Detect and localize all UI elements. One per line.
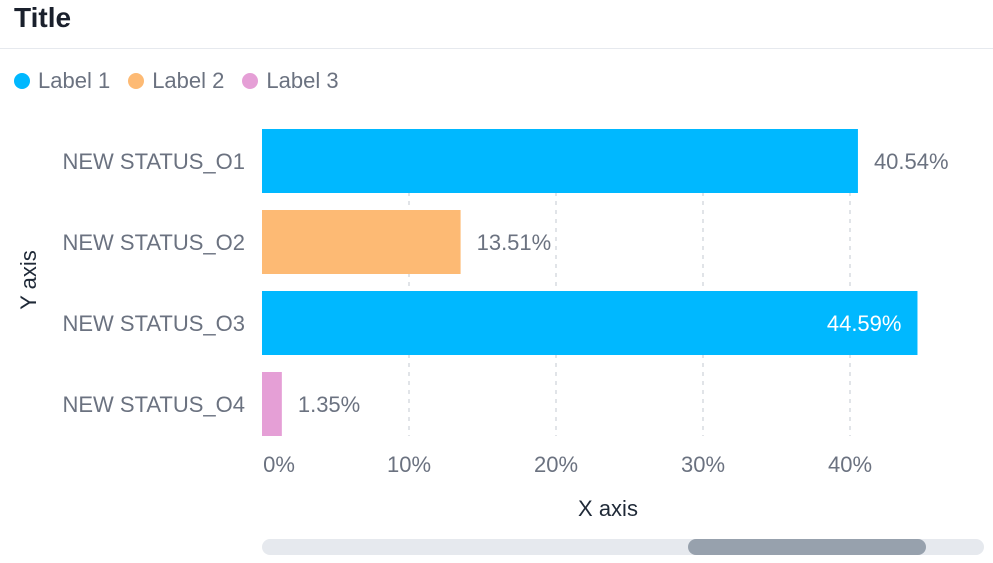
scrollbar-thumb[interactable] <box>687 539 927 555</box>
category-label: NEW STATUS_O1 <box>62 149 245 174</box>
bar-1[interactable] <box>262 129 858 193</box>
x-tick-label: 10% <box>387 452 431 477</box>
bar-value-label: 1.35% <box>298 392 360 417</box>
bar-4[interactable] <box>262 372 282 436</box>
bars <box>262 129 918 436</box>
category-labels: NEW STATUS_O1 NEW STATUS_O2 NEW STATUS_O3 N… <box>62 149 245 417</box>
x-tick-label: 0% <box>263 452 295 477</box>
bar-value-label: 13.51% <box>477 230 552 255</box>
y-axis-title: Y axis <box>16 250 41 310</box>
bar-2[interactable] <box>262 210 461 274</box>
x-tick-label: 30% <box>681 452 725 477</box>
x-axis-title: X axis <box>578 496 638 521</box>
x-tick-labels: 0% 10% 20% 30% 40% <box>263 452 872 477</box>
bar-value-label: 40.54% <box>874 149 949 174</box>
x-tick-label: 20% <box>534 452 578 477</box>
category-label: NEW STATUS_O4 <box>62 392 245 417</box>
category-label: NEW STATUS_O3 <box>62 311 245 336</box>
bar-value-label: 44.59% <box>827 311 902 336</box>
category-label: NEW STATUS_O2 <box>62 230 245 255</box>
horizontal-scrollbar[interactable] <box>262 539 984 555</box>
bar-3[interactable] <box>262 291 918 355</box>
x-tick-label: 40% <box>828 452 872 477</box>
bar-chart: 40.54%13.51%44.59%1.35% NEW STATUS_O1NEW… <box>16 129 949 521</box>
